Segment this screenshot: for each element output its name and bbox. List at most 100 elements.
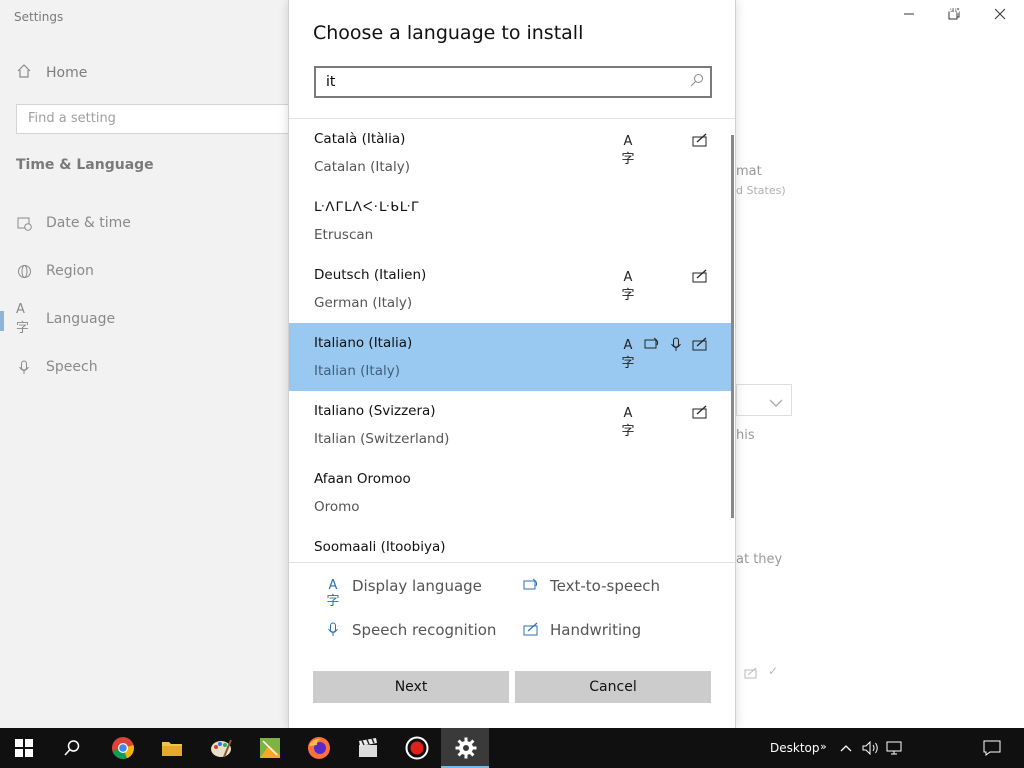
notification-icon[interactable] bbox=[983, 728, 1001, 768]
find-setting-input[interactable]: Find a setting bbox=[16, 104, 294, 134]
language-english-name: Italian (Switzerland) bbox=[314, 431, 450, 447]
legend-speech-recognition: Speech recognition bbox=[325, 621, 496, 639]
nav-item-region[interactable]: Region bbox=[16, 263, 94, 279]
microphone-icon bbox=[667, 337, 685, 355]
nav-home-label: Home bbox=[46, 65, 88, 81]
search-value: it bbox=[326, 74, 336, 90]
settings-sidebar: Settings Home Find a setting Time & Lang… bbox=[0, 0, 298, 728]
handwriting-icon bbox=[691, 269, 709, 287]
bg-they-fragment: at they bbox=[736, 552, 783, 567]
photo-app-icon[interactable] bbox=[256, 734, 284, 762]
nav-home[interactable]: Home bbox=[16, 63, 87, 83]
desktop-toolbar[interactable]: Desktop bbox=[770, 728, 820, 768]
list-item[interactable]: ᒷᐱᒥᒪᐱᐸ·ᒷᑲᒷᒥ Etruscan bbox=[289, 187, 734, 255]
language-native-name: Català (Itàlia) bbox=[314, 131, 406, 147]
language-native-name: Italiano (Italia) bbox=[314, 335, 413, 351]
cancel-button[interactable]: Cancel bbox=[515, 671, 711, 703]
language-english-name: Etruscan bbox=[314, 227, 374, 243]
language-search-input[interactable]: it bbox=[314, 66, 712, 98]
chevron-up-icon[interactable] bbox=[840, 728, 852, 768]
close-button[interactable] bbox=[990, 6, 1010, 26]
list-item[interactable]: Deutsch (Italien) German (Italy) A字 bbox=[289, 255, 734, 323]
language-icon: A字 bbox=[16, 302, 30, 336]
section-title: Time & Language bbox=[16, 157, 154, 173]
find-setting-placeholder: Find a setting bbox=[28, 111, 116, 126]
nav-item-date-time[interactable]: Date & time bbox=[16, 215, 131, 231]
microphone-icon bbox=[16, 359, 32, 375]
language-english-name: Catalan (Italy) bbox=[314, 159, 410, 175]
legend-label: Text-to-speech bbox=[550, 577, 661, 595]
language-list[interactable]: Català (Itàlia) Catalan (Italy) A字 ᒷᐱᒥᒪᐱ… bbox=[289, 119, 735, 562]
nav-item-label: Language bbox=[46, 311, 116, 327]
search-icon[interactable] bbox=[690, 73, 704, 91]
dialog-title: Choose a language to install bbox=[313, 22, 584, 44]
settings-gear-icon[interactable] bbox=[452, 734, 480, 762]
calendar-clock-icon bbox=[16, 215, 32, 231]
legend-label: Display language bbox=[352, 577, 482, 595]
handwriting-icon bbox=[691, 337, 709, 355]
handwriting-icon bbox=[691, 133, 709, 151]
nav-item-label: Date & time bbox=[46, 215, 131, 231]
list-item[interactable]: Afaan Oromoo Oromo bbox=[289, 459, 734, 527]
network-icon[interactable] bbox=[886, 728, 902, 768]
language-install-dialog: Choose a language to install it Català (… bbox=[288, 0, 736, 728]
language-english-name: Oromo bbox=[314, 499, 360, 515]
bg-region-fragment: d States) bbox=[736, 184, 786, 197]
text-to-speech-icon bbox=[643, 337, 661, 355]
nav-item-speech[interactable]: Speech bbox=[16, 359, 98, 375]
list-item-selected[interactable]: Italiano (Italia) Italian (Italy) A字 bbox=[289, 323, 734, 391]
display-language-icon: A字 bbox=[621, 338, 635, 371]
taskbar-clock[interactable]: 9:05 PM 3/2/2022 bbox=[906, 3, 972, 37]
firefox-icon[interactable] bbox=[305, 734, 333, 762]
toolbar-expand-icon[interactable]: » bbox=[820, 726, 827, 766]
handwriting-icon bbox=[523, 622, 539, 638]
language-native-name: Deutsch (Italien) bbox=[314, 267, 427, 283]
nav-item-label: Speech bbox=[46, 359, 98, 375]
windows-start-icon[interactable] bbox=[10, 734, 38, 762]
nav-selection-indicator bbox=[0, 311, 4, 331]
list-item[interactable]: Soomaali (Itoobiya) bbox=[289, 527, 734, 562]
legend-label: Handwriting bbox=[550, 621, 642, 639]
bg-handwriting-icon bbox=[744, 664, 758, 683]
handwriting-icon bbox=[691, 405, 709, 423]
language-native-name: Afaan Oromoo bbox=[314, 471, 411, 487]
display-language-icon: A字 bbox=[621, 134, 635, 167]
chevron-down-icon bbox=[769, 393, 783, 412]
list-scrollbar[interactable] bbox=[731, 135, 734, 518]
globe-icon bbox=[16, 263, 32, 279]
display-language-icon: A字 bbox=[621, 270, 635, 303]
home-icon bbox=[16, 63, 32, 83]
clock-time: 9:05 PM bbox=[914, 4, 964, 18]
divider bbox=[289, 562, 735, 563]
list-item[interactable]: Català (Itàlia) Catalan (Italy) A字 bbox=[289, 119, 734, 187]
list-item[interactable]: Italiano (Svizzera) Italian (Switzerland… bbox=[289, 391, 734, 459]
desktop-label: Desktop bbox=[770, 741, 820, 755]
volume-icon[interactable] bbox=[862, 728, 880, 768]
nav-item-language[interactable]: A字 Language bbox=[16, 302, 116, 336]
file-explorer-icon[interactable] bbox=[158, 734, 186, 762]
bg-check-icon: ✓ bbox=[768, 664, 779, 678]
app-title: Settings bbox=[14, 10, 64, 24]
text-to-speech-icon bbox=[523, 578, 539, 594]
record-icon[interactable] bbox=[403, 734, 431, 762]
bg-dropdown[interactable] bbox=[736, 384, 792, 416]
legend-handwriting: Handwriting bbox=[523, 621, 641, 639]
chrome-icon[interactable] bbox=[109, 734, 137, 762]
legend-display-language: A字 Display language bbox=[325, 577, 482, 609]
legend-label: Speech recognition bbox=[352, 621, 497, 639]
bg-format-fragment: mat bbox=[736, 164, 762, 179]
microphone-icon bbox=[325, 622, 341, 638]
language-native-name: ᒷᐱᒥᒪᐱᐸ·ᒷᑲᒷᒥ bbox=[314, 199, 420, 215]
language-english-name: Italian (Italy) bbox=[314, 363, 400, 379]
language-native-name: Italiano (Svizzera) bbox=[314, 403, 436, 419]
video-editor-icon[interactable] bbox=[354, 734, 382, 762]
bg-this-fragment: his bbox=[736, 428, 755, 443]
search-icon[interactable] bbox=[58, 734, 86, 762]
nav-item-label: Region bbox=[46, 263, 94, 279]
language-native-name: Soomaali (Itoobiya) bbox=[314, 539, 446, 555]
language-english-name: German (Italy) bbox=[314, 295, 413, 311]
display-language-icon: A字 bbox=[621, 406, 635, 439]
paint-icon[interactable] bbox=[207, 734, 235, 762]
next-button[interactable]: Next bbox=[313, 671, 509, 703]
legend-text-to-speech: Text-to-speech bbox=[523, 577, 660, 595]
